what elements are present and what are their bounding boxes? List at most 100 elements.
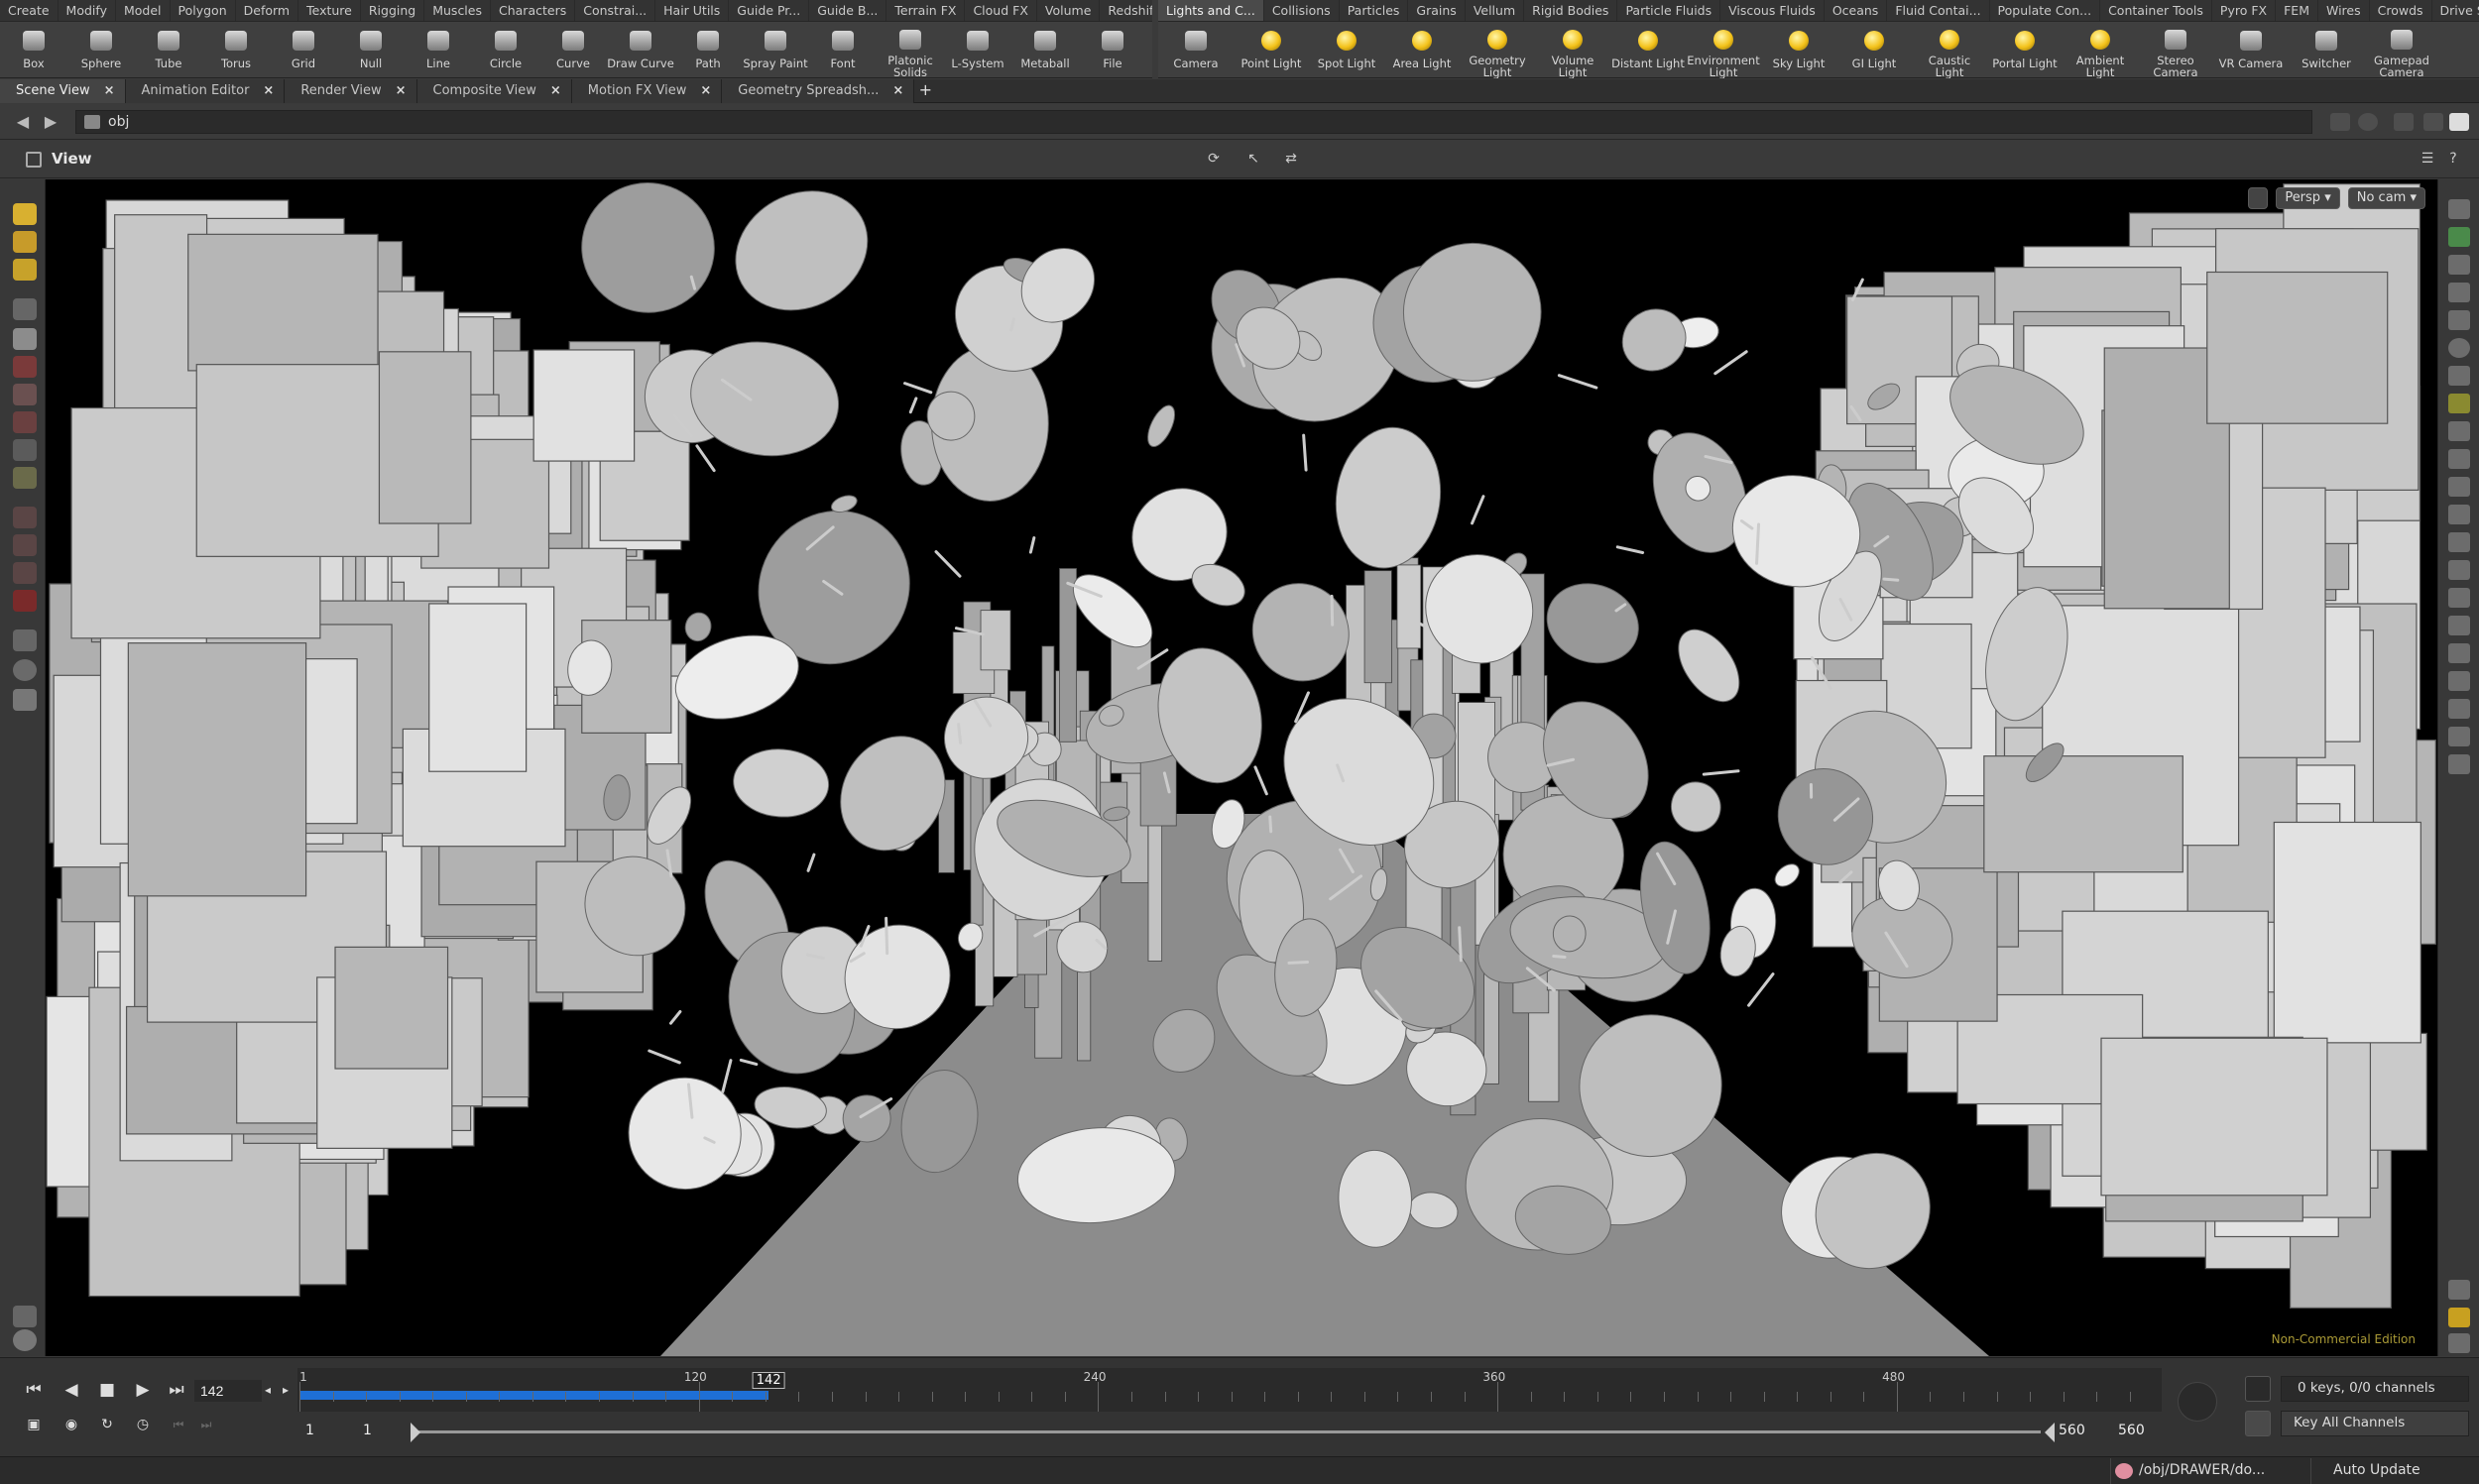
shelf-tool-point-light[interactable]: Point Light [1234,22,1309,78]
shelf-tab-viscous-fluids[interactable]: Viscous Fluids [1720,0,1825,21]
3d-viewport[interactable]: Persp ▾ No cam ▾ Non-Commercial Edition [46,179,2437,1356]
shelf-tool-box[interactable]: Box [0,22,67,78]
add-pane-tab-icon[interactable]: + [914,79,936,102]
shelf-tab-crowds[interactable]: Crowds [2370,0,2432,21]
shelf-tab-polygon[interactable]: Polygon [171,0,236,21]
shelf-tool-file[interactable]: File [1079,22,1146,78]
layout-grid-icon[interactable] [2448,1308,2470,1327]
shelf-tool-distant-light[interactable]: Distant Light [1610,22,1686,78]
visibility-icon[interactable] [2448,1333,2470,1353]
status-network-path[interactable]: /obj/DRAWER/do... [2110,1458,2283,1484]
close-tab-icon[interactable]: × [700,83,711,103]
shelf-tool-gi-light[interactable]: GI Light [1836,22,1912,78]
shelf-tab-create[interactable]: Create [0,0,59,21]
magnet-icon[interactable] [13,590,37,612]
shelf-tab-vellum[interactable]: Vellum [1466,0,1525,21]
shelf-tab-redshift[interactable]: Redshift [1100,0,1152,21]
shelf-tab-texture[interactable]: Texture [298,0,361,21]
shelf-tab-oceans[interactable]: Oceans [1825,0,1888,21]
shelf-tab-model[interactable]: Model [116,0,171,21]
shelf-tab-container-tools[interactable]: Container Tools [2100,0,2212,21]
shelf-tool-switcher[interactable]: Switcher [2289,22,2364,78]
shelf-tool-grid[interactable]: Grid [270,22,337,78]
pin-icon[interactable] [2330,113,2350,131]
lock-tool-icon[interactable] [13,328,37,350]
snap-grid-icon[interactable] [13,507,37,528]
display-options-icon[interactable]: ☰ [2418,151,2437,169]
shelf-tool-metaball[interactable]: Metaball [1011,22,1079,78]
shelf-tool-path[interactable]: Path [674,22,742,78]
shelf-tool-spot-light[interactable]: Spot Light [1309,22,1384,78]
light-icon[interactable] [2448,310,2470,330]
pose-tool-icon[interactable] [13,467,37,489]
shelf-tool-null[interactable]: Null [337,22,405,78]
range-end-playback[interactable]: 560 [2055,1422,2089,1441]
shelf-tab-volume[interactable]: Volume [1037,0,1101,21]
handle-tool-icon[interactable] [13,439,37,461]
shelf-tab-collisions[interactable]: Collisions [1264,0,1340,21]
shelf-tab-terrain-fx[interactable]: Terrain FX [886,0,966,21]
arrow-tool-icon[interactable] [13,298,37,320]
snap-point-icon[interactable] [13,562,37,584]
close-tab-icon[interactable]: × [104,83,115,103]
particle-icon[interactable] [2448,505,2470,524]
prev-key-icon[interactable]: ⏮ [165,1412,192,1437]
play-reverse-icon[interactable]: ◀ [58,1377,85,1403]
projection-menu[interactable]: Persp ▾ [2276,187,2340,209]
shelf-tool-sky-light[interactable]: Sky Light [1761,22,1836,78]
close-tab-icon[interactable]: × [550,83,561,103]
hull-icon[interactable] [2448,616,2470,635]
shelf-tool-environment-light[interactable]: Environment Light [1686,22,1761,78]
keyframe-toggle-icon[interactable] [2245,1376,2271,1402]
shelf-tool-l-system[interactable]: L-System [944,22,1011,78]
pane-tab-motion-fx-view[interactable]: Motion FX View × [571,79,723,103]
timeline-cursor[interactable]: 142 [752,1372,785,1389]
grid-icon[interactable] [2448,449,2470,469]
transform-mode-icon[interactable]: ⇄ [1281,151,1301,169]
shelf-tab-muscles[interactable]: Muscles [424,0,491,21]
render-region-icon[interactable] [13,689,37,711]
shelf-tab-guide-b[interactable]: Guide B... [809,0,887,21]
vector-icon[interactable] [2448,671,2470,691]
ghost-icon[interactable] [2448,366,2470,386]
shelf-tool-circle[interactable]: Circle [472,22,539,78]
shelf-tab-drive-simula[interactable]: Drive Simula... [2432,0,2479,21]
display-icon[interactable] [2448,199,2470,219]
text-label-icon[interactable] [2448,727,2470,746]
pane-tab-animation-editor[interactable]: Animation Editor × [125,79,286,103]
snap-icon[interactable]: ⟳ [1204,151,1224,169]
current-frame-field[interactable] [194,1380,262,1402]
shelf-tab-guide-pr[interactable]: Guide Pr... [729,0,810,21]
shelf-tab-particles[interactable]: Particles [1340,0,1409,21]
shelf-tool-line[interactable]: Line [405,22,472,78]
shelf-tab-rigging[interactable]: Rigging [361,0,425,21]
shelf-tab-deform[interactable]: Deform [236,0,299,21]
shelf-tool-tube[interactable]: Tube [135,22,202,78]
shelf-tool-font[interactable]: Font [809,22,877,78]
range-end-global[interactable]: 560 [2114,1422,2149,1441]
step-forward-icon[interactable]: ▸ [278,1377,294,1403]
shelf-tool-draw-curve[interactable]: Draw Curve [607,22,674,78]
shelf-tab-pyro-fx[interactable]: Pyro FX [2212,0,2277,21]
close-tab-icon[interactable]: × [396,83,407,103]
shelf-tab-constrai[interactable]: Constrai... [575,0,656,21]
shelf-tool-camera[interactable]: Camera [1158,22,1234,78]
shelf-tab-populate-con[interactable]: Populate Con... [1990,0,2101,21]
next-key-icon[interactable]: ⏭ [192,1412,220,1437]
pane-tab-geometry-spreadsh[interactable]: Geometry Spreadsh... × [722,79,915,103]
shelf-tab-fluid-contai[interactable]: Fluid Contai... [1887,0,1990,21]
realtime-toggle-icon[interactable]: ▣ [20,1412,48,1437]
play-forward-icon[interactable]: ▶ [129,1377,157,1403]
shelf-tool-volume-light[interactable]: Volume Light [1535,22,1610,78]
shelf-tab-wires[interactable]: Wires [2318,0,2370,21]
texture-icon[interactable] [2448,477,2470,497]
background-icon[interactable] [2448,421,2470,441]
desktop-icon[interactable] [2423,113,2443,131]
shelf-tool-sphere[interactable]: Sphere [67,22,135,78]
select-tool-icon[interactable] [13,203,37,225]
rotate-tool-icon[interactable] [13,384,37,405]
pane-tab-scene-view[interactable]: Scene View × [0,79,126,103]
display-flag-icon[interactable] [13,1306,37,1327]
scale-tool-icon[interactable] [13,411,37,433]
range-start-global[interactable]: 1 [301,1422,318,1441]
